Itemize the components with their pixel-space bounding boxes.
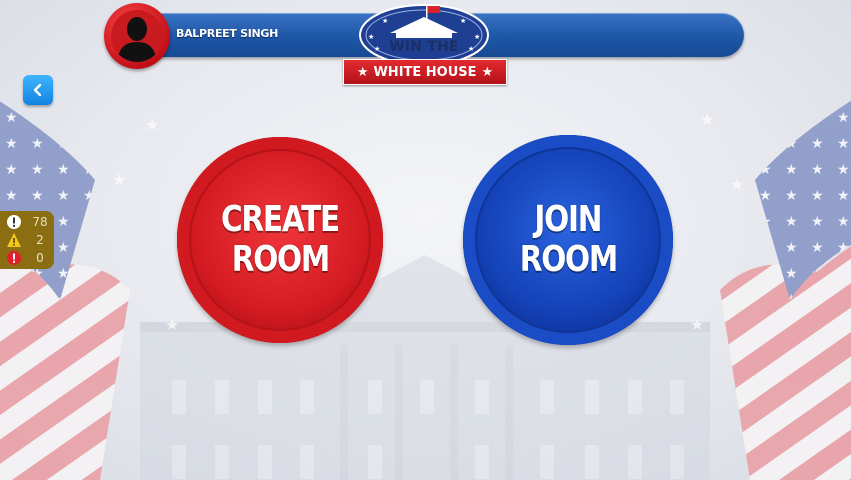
svg-text:★: ★ bbox=[690, 315, 704, 334]
star-icon: ★ bbox=[481, 64, 494, 80]
join-room-label-line1: JOIN bbox=[534, 199, 603, 240]
svg-text:★: ★ bbox=[145, 115, 159, 134]
error-icon bbox=[7, 251, 21, 265]
player-name: BALPREET SINGH bbox=[176, 27, 279, 40]
create-room-button[interactable]: CREATE ROOM bbox=[177, 137, 383, 343]
logo-emblem-icon: ★ ★ ★ ★ ★ ★ bbox=[359, 4, 489, 65]
logo-ribbon: ★ WHITE HOUSE ★ bbox=[343, 59, 507, 85]
star-icon: ★ bbox=[356, 64, 369, 80]
join-room-button[interactable]: JOIN ROOM bbox=[463, 135, 673, 345]
chevron-left-icon bbox=[33, 83, 42, 97]
info-icon bbox=[7, 215, 21, 229]
flag-left bbox=[0, 101, 130, 480]
svg-text:★: ★ bbox=[730, 175, 744, 194]
svg-text:★: ★ bbox=[460, 17, 466, 25]
flag-right bbox=[720, 100, 851, 480]
stat-error: 0 bbox=[4, 249, 52, 267]
user-silhouette-icon bbox=[117, 17, 157, 62]
svg-text:★: ★ bbox=[165, 315, 179, 334]
svg-text:★: ★ bbox=[112, 170, 126, 189]
stat-warning: 2 bbox=[4, 231, 52, 249]
warning-icon bbox=[7, 233, 21, 247]
stat-info: 78 bbox=[4, 213, 52, 231]
svg-text:★: ★ bbox=[700, 110, 714, 129]
svg-text:★: ★ bbox=[382, 17, 388, 25]
stat-warning-value: 2 bbox=[36, 233, 44, 247]
logo-title-line1: WIN THE bbox=[389, 39, 459, 55]
create-room-label-line1: CREATE bbox=[220, 199, 340, 240]
player-avatar[interactable] bbox=[104, 3, 170, 69]
win-the-white-house-logo: ★ ★ ★ ★ ★ ★ WIN THE ★ WHITE HOUSE ★ bbox=[342, 3, 507, 85]
stat-info-value: 78 bbox=[32, 215, 48, 229]
stat-error-value: 0 bbox=[36, 251, 44, 265]
back-button[interactable] bbox=[23, 75, 53, 105]
stats-panel: 78 2 0 bbox=[0, 211, 54, 269]
logo-title-line2: WHITE HOUSE bbox=[373, 64, 477, 80]
create-room-label-line2: ROOM bbox=[231, 239, 330, 280]
join-room-label-line2: ROOM bbox=[519, 239, 618, 280]
